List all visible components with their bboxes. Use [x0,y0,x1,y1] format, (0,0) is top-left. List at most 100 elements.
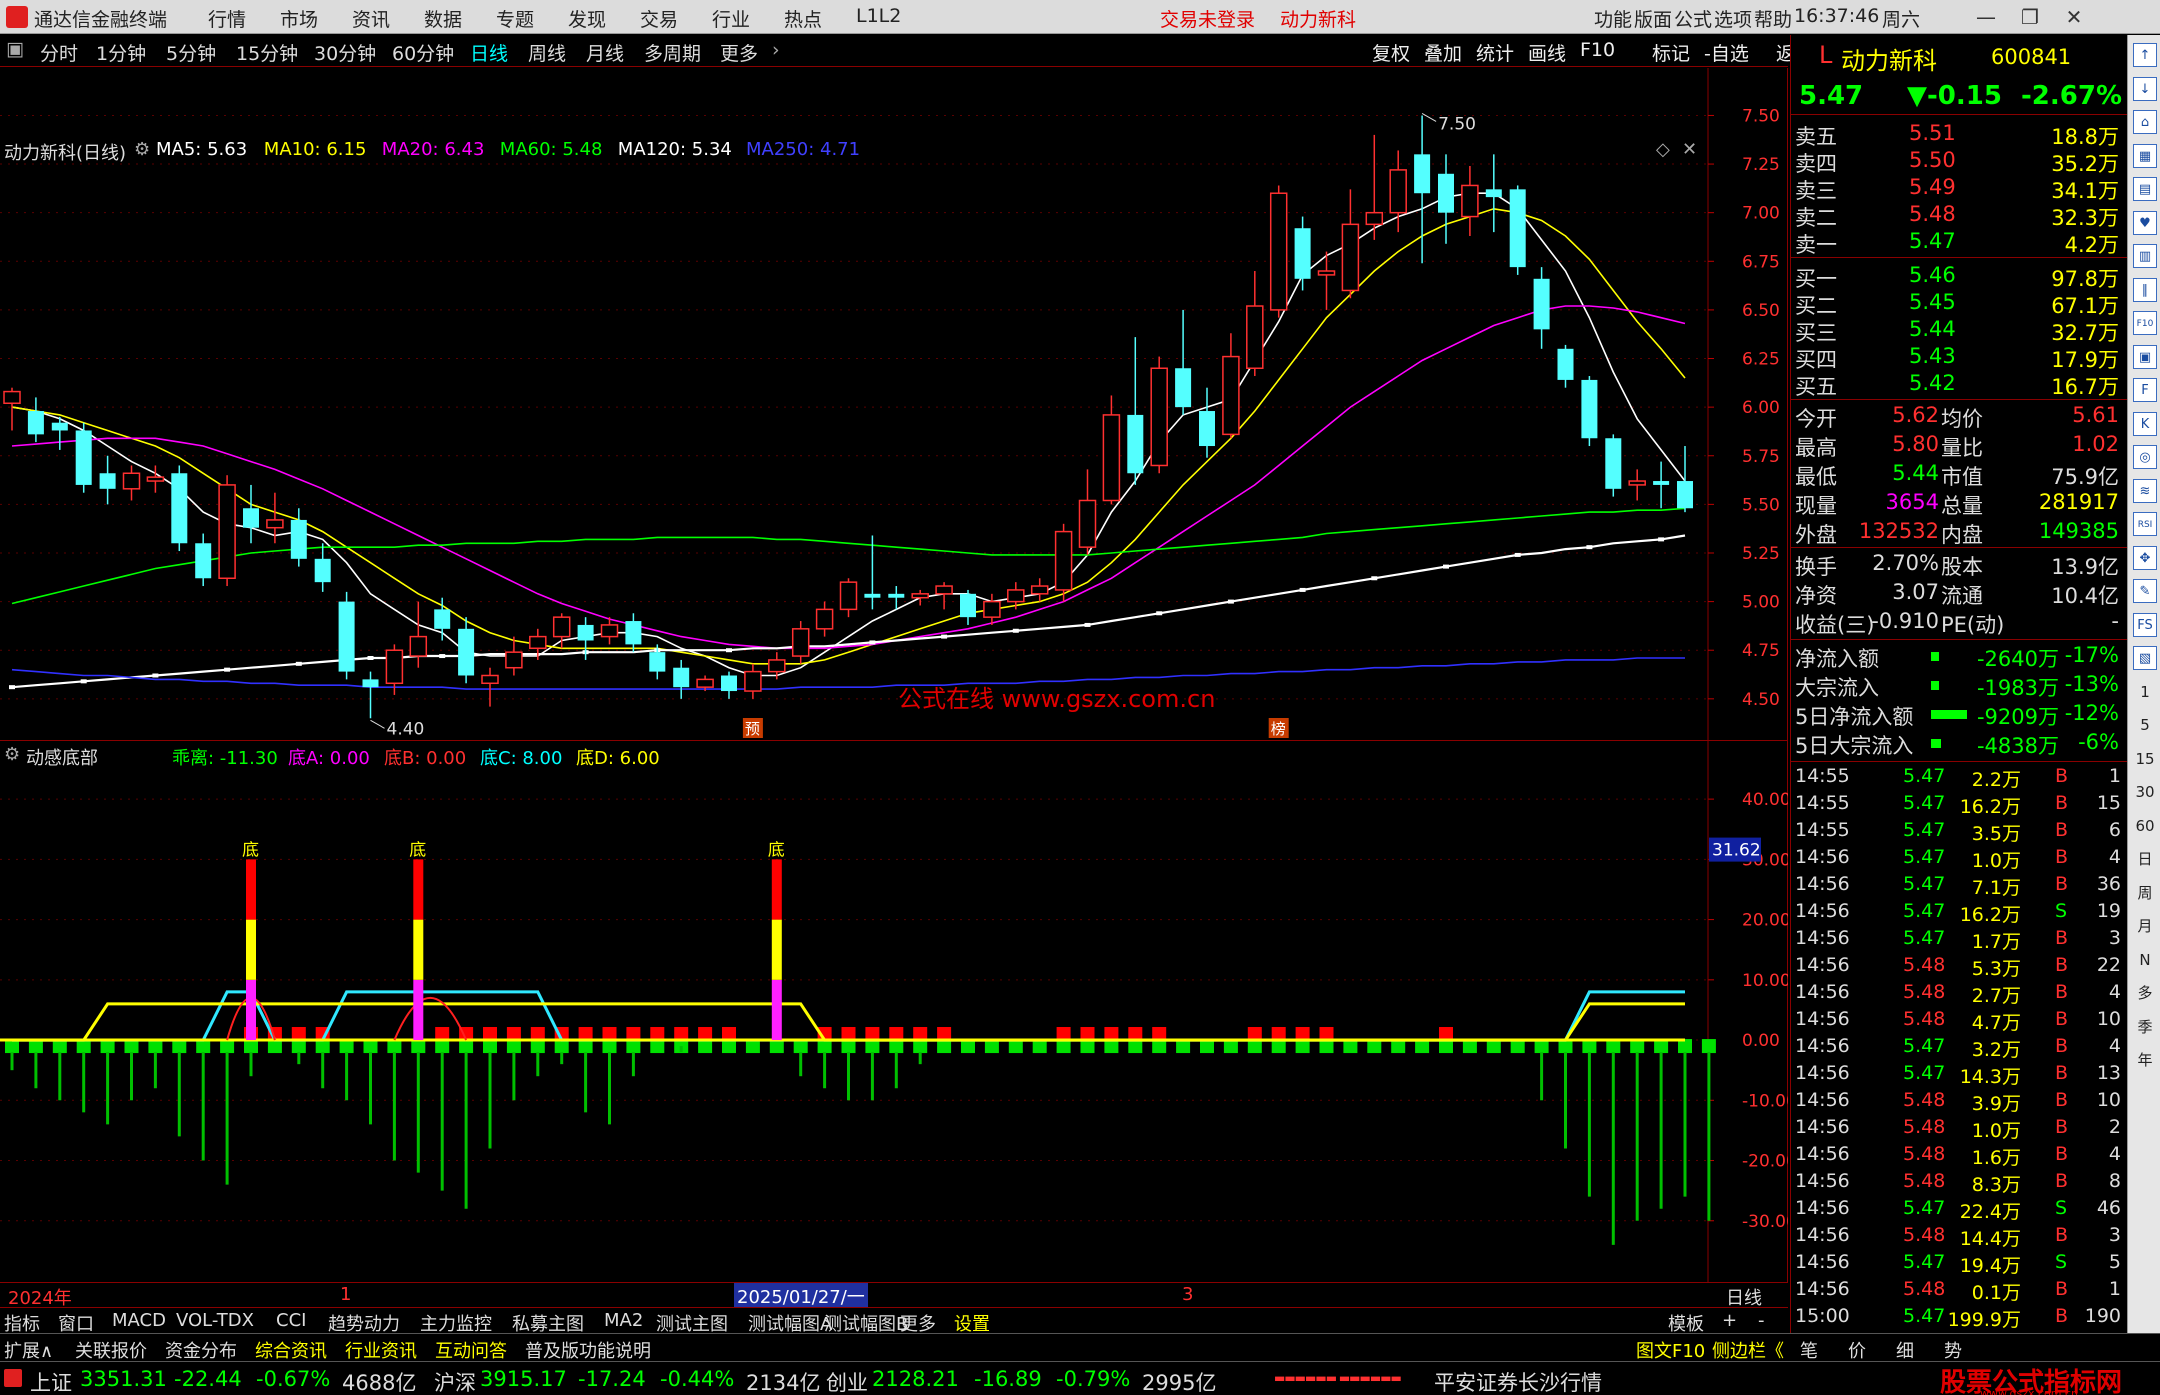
collapse-icon[interactable]: ▣ [6,38,24,60]
orderbook-row[interactable]: 卖三 5.49 34.1万 [1791,175,2127,203]
restore-icon[interactable]: ❐ [2010,2,2050,32]
sidebar-tool-icon[interactable]: 15 [2133,747,2157,771]
bottom-info-tab[interactable]: 普及版功能说明 [525,1337,651,1363]
menu-item[interactable]: 行情 [208,5,246,32]
orderbook-row[interactable]: 买五 5.42 16.7万 [1791,371,2127,399]
panel-tab[interactable]: 价 [1848,1337,1866,1363]
sidebar-tool-icon[interactable]: ✎ [2133,579,2157,603]
indicator-tab[interactable]: VOL-TDX [176,1310,254,1331]
menu-item[interactable]: L1L2 [856,5,901,27]
sidebar-tool-icon[interactable]: RSI [2133,512,2157,536]
chart-tool-button[interactable]: -自选 [1704,39,1749,66]
sidebar-tool-icon[interactable]: ♥ [2133,210,2157,235]
bottom-info-tab[interactable]: 行业资讯 [345,1337,417,1363]
orderbook-row[interactable]: 买二 5.45 67.1万 [1791,290,2127,318]
period-tab[interactable]: 分时 [40,39,78,66]
orderbook-row[interactable]: 买四 5.43 17.9万 [1791,344,2127,372]
orderbook-row[interactable]: 卖五 5.51 18.8万 [1791,121,2127,149]
bottom-info-tab[interactable]: 关联报价 [75,1337,147,1363]
panel-tab[interactable]: 势 [1944,1337,1962,1363]
menu-item[interactable]: 市场 [280,5,318,32]
panel-tab[interactable]: 细 [1896,1337,1914,1363]
right-menu-item[interactable]: 功能 [1594,5,1632,32]
sidebar-tool-icon[interactable]: ▥ [2133,244,2157,268]
period-tab[interactable]: 更多 [720,39,758,66]
sidebar-tool-icon[interactable]: 30 [2133,780,2157,804]
orderbook-row[interactable]: 卖四 5.50 35.2万 [1791,148,2127,176]
sidebar-tool-icon[interactable]: 1 [2133,680,2157,704]
panel-tab[interactable]: 笔 [1800,1337,1818,1363]
period-tab[interactable]: 60分钟 [392,39,454,66]
period-tab[interactable]: 多周期 [644,39,701,66]
sidebar-tool-icon[interactable]: ▤ [2133,177,2157,201]
sidebar-tool-icon[interactable]: 月 [2133,914,2157,938]
menu-item[interactable]: 发现 [568,5,606,32]
bottom-info-tab[interactable]: 扩展∧ [4,1337,53,1363]
sidebar-tool-icon[interactable]: ⌂ [2133,110,2157,134]
sidebar-tool-icon[interactable]: ↓ [2133,76,2157,101]
right-menu-item[interactable]: 版面 [1634,5,1672,32]
menu-item[interactable]: 数据 [424,5,462,32]
sidebar-tool-icon[interactable]: ▣ [2133,344,2157,369]
login-status[interactable]: 交易未登录 [1160,5,1255,32]
index-name[interactable]: 沪深 [434,1367,476,1395]
chart-tool-button[interactable]: 叠加 [1424,39,1462,66]
sidebar-tool-icon[interactable]: F [2133,378,2157,402]
menu-item[interactable]: 行业 [712,5,750,32]
sidebar-tool-icon[interactable]: 多 [2133,981,2157,1005]
sidebar-tool-icon[interactable]: K [2133,411,2157,436]
chart-tool-button[interactable]: F10 [1580,39,1615,61]
right-menu-item[interactable]: 公式 [1674,5,1712,32]
sidebar-tool-icon[interactable]: 5 [2133,713,2157,737]
sidebar-tool-icon[interactable]: 季 [2133,1015,2157,1039]
menu-item[interactable]: 交易 [640,5,678,32]
index-name[interactable]: 创业 [826,1367,868,1395]
period-tab[interactable]: 日线 [470,39,508,66]
period-tab[interactable]: 30分钟 [314,39,376,66]
sidebar-tool-icon[interactable]: FS [2133,612,2157,637]
chart-tool-button[interactable]: 标记 [1652,39,1690,66]
indicator-chart[interactable]: 40.0030.0020.0010.000.00-10.00-20.00-30.… [0,741,1788,1283]
sidebar-tool-icon[interactable]: 周 [2133,881,2157,905]
chart-tool-button[interactable]: 画线 [1528,39,1566,66]
indicator-tab[interactable]: CCI [276,1310,306,1331]
sidebar-tool-icon[interactable]: ◎ [2133,445,2157,469]
menu-item[interactable]: 热点 [784,5,822,32]
sidebar-tool-icon[interactable]: 年 [2133,1048,2157,1072]
minimize-icon[interactable]: — [1966,2,2006,32]
indicator-panel[interactable]: ⚙ 动感底部 乖离: -11.30 底A: 0.00 底B: 0.00 底C: 8.0… [0,740,1788,1283]
sidebar-tool-icon[interactable]: ▦ [2133,143,2157,168]
chart-tool-button[interactable]: 统计 [1476,39,1514,66]
index-name[interactable]: 上证 [30,1367,72,1395]
sidebar-tool-icon[interactable]: 60 [2133,814,2157,838]
more-chevron-icon[interactable]: › [772,39,780,61]
orderbook-row[interactable]: 卖二 5.48 32.3万 [1791,202,2127,230]
close-icon[interactable]: ✕ [2054,2,2094,32]
bottom-info-tab[interactable]: 资金分布 [165,1337,237,1363]
panel-tab[interactable]: 侧边栏《 [1712,1337,1784,1363]
period-tab[interactable]: 5分钟 [166,39,216,66]
main-chart-panel[interactable]: 动力新科(日线) ⚙ MA5: 5.63 MA10: 6.15 MA20: 6.43… [0,68,1788,740]
menu-item[interactable]: 资讯 [352,5,390,32]
sidebar-tool-icon[interactable]: F10 [2133,311,2157,335]
menu-item[interactable]: 专题 [496,5,534,32]
right-menu-item[interactable]: 选项 [1714,5,1752,32]
template-button[interactable]: + [1722,1310,1737,1331]
period-tab[interactable]: 月线 [586,39,624,66]
right-menu-item[interactable]: 帮助 [1754,5,1792,32]
period-tab[interactable]: 15分钟 [236,39,298,66]
sidebar-tool-icon[interactable]: ∥ [2133,277,2157,302]
sidebar-tool-icon[interactable]: ✥ [2133,545,2157,570]
bottom-info-tab[interactable]: 综合资讯 [255,1337,327,1363]
candlestick-chart[interactable]: 7.50 7.25 7.00 6.75 6.50 6.25 6.00 5.75 5.50 5.25… [0,68,1788,740]
panel-tab[interactable]: 图文F10 [1636,1337,1705,1363]
sidebar-tool-icon[interactable]: N [2133,948,2157,972]
bottom-info-tab[interactable]: 互动问答 [435,1337,507,1363]
indicator-tab[interactable]: MACD [112,1310,166,1331]
orderbook-row[interactable]: 买三 5.44 32.7万 [1791,317,2127,345]
orderbook-row[interactable]: 卖一 5.47 4.2万 [1791,229,2127,257]
template-button[interactable]: - [1758,1310,1765,1331]
chart-tool-button[interactable]: 复权 [1372,39,1410,66]
orderbook-row[interactable]: 买一 5.46 97.8万 [1791,263,2127,291]
period-tab[interactable]: 周线 [528,39,566,66]
